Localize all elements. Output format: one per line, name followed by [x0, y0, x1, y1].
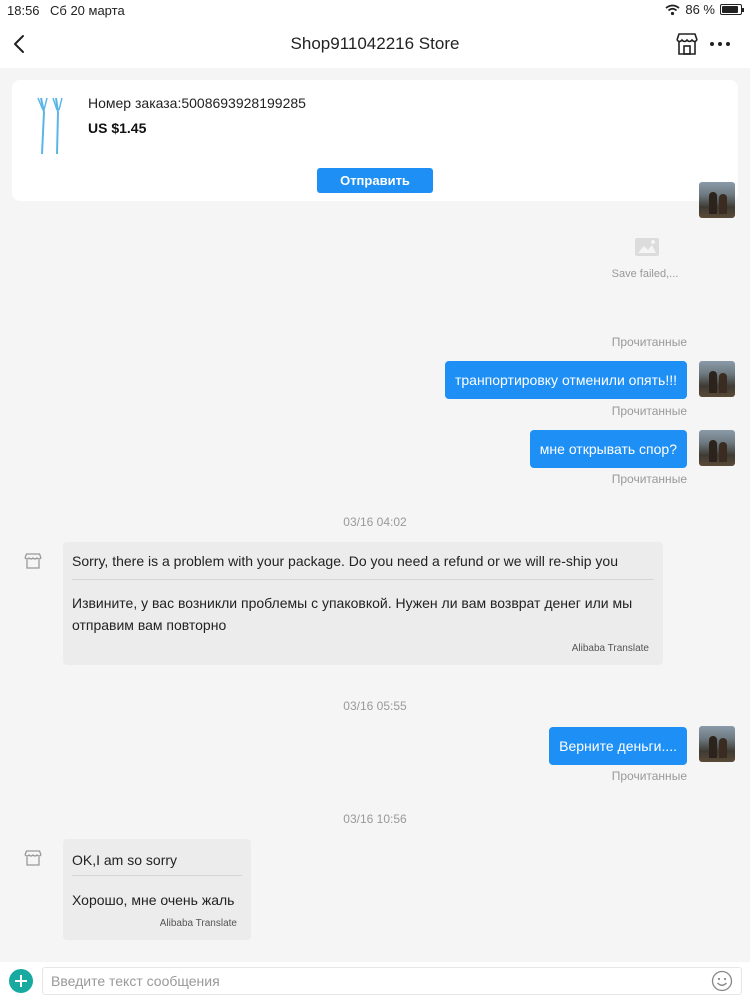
message-original-text: OK,I am so sorry [72, 852, 178, 868]
incoming-message[interactable]: Sorry, there is a problem with your pack… [63, 542, 663, 665]
translation-divider [72, 875, 242, 876]
battery-percent: 86 % [685, 2, 715, 17]
translator-label: Alibaba Translate [159, 918, 237, 929]
status-time: 18:56 [7, 3, 40, 18]
save-failed-text: Save failed,... [611, 268, 679, 280]
add-attachment-button[interactable] [9, 969, 33, 993]
battery-icon [720, 4, 744, 15]
read-status: Прочитанные [611, 335, 687, 349]
shop-avatar-icon[interactable] [23, 551, 43, 571]
message-input[interactable] [42, 967, 742, 995]
read-status: Прочитанные [611, 769, 687, 783]
message-translated-text: Извините, у вас возникли проблемы с упак… [72, 595, 633, 611]
message-input-bar [0, 962, 750, 1000]
avatar[interactable] [699, 361, 735, 397]
read-status: Прочитанные [611, 404, 687, 418]
message-translated-text: Хорошо, мне очень жаль [72, 892, 235, 908]
status-date: Сб 20 марта [50, 3, 125, 18]
storefront-icon[interactable] [674, 31, 700, 57]
nav-bar: Shop911042216 Store [0, 22, 750, 68]
status-bar: 18:56 Сб 20 марта 86 % [0, 0, 750, 22]
order-number: Номер заказа:5008693928199285 [88, 95, 306, 111]
translation-divider [72, 579, 654, 580]
more-horizontal-icon[interactable] [708, 31, 732, 57]
wifi-icon [665, 4, 680, 15]
outgoing-message[interactable]: мне открывать спор? [529, 430, 687, 468]
message-original-text: Sorry, there is a problem with your pack… [72, 553, 619, 569]
timestamp: 03/16 04:02 [343, 515, 407, 529]
chat-area[interactable]: Save failed,... Прочитанные транпортиров… [0, 182, 750, 958]
avatar[interactable] [699, 430, 735, 466]
page-title: Shop911042216 Store [290, 34, 460, 53]
shop-avatar-icon[interactable] [23, 848, 43, 868]
outgoing-message[interactable]: транпортировку отменили опять!!! [444, 361, 687, 399]
emoji-icon[interactable] [711, 970, 733, 992]
order-price: US $1.45 [88, 120, 147, 136]
send-order-button[interactable]: Отправить [317, 168, 433, 193]
status-right: 86 % [665, 2, 744, 17]
avatar[interactable] [699, 726, 735, 762]
broken-image-icon[interactable] [632, 233, 662, 259]
translator-label: Alibaba Translate [571, 643, 649, 654]
timestamp: 03/16 05:55 [343, 699, 407, 713]
message-translated-text: отправим вам повторно [72, 617, 227, 633]
read-status: Прочитанные [611, 472, 687, 486]
outgoing-message[interactable]: Верните деньги.... [549, 727, 687, 765]
avatar[interactable] [699, 182, 735, 218]
product-image[interactable] [34, 96, 68, 156]
order-card: Номер заказа:5008693928199285 US $1.45 О… [12, 80, 738, 201]
incoming-message[interactable]: OK,I am so sorry Хорошо, мне очень жаль … [63, 839, 251, 940]
timestamp: 03/16 10:56 [343, 812, 407, 826]
